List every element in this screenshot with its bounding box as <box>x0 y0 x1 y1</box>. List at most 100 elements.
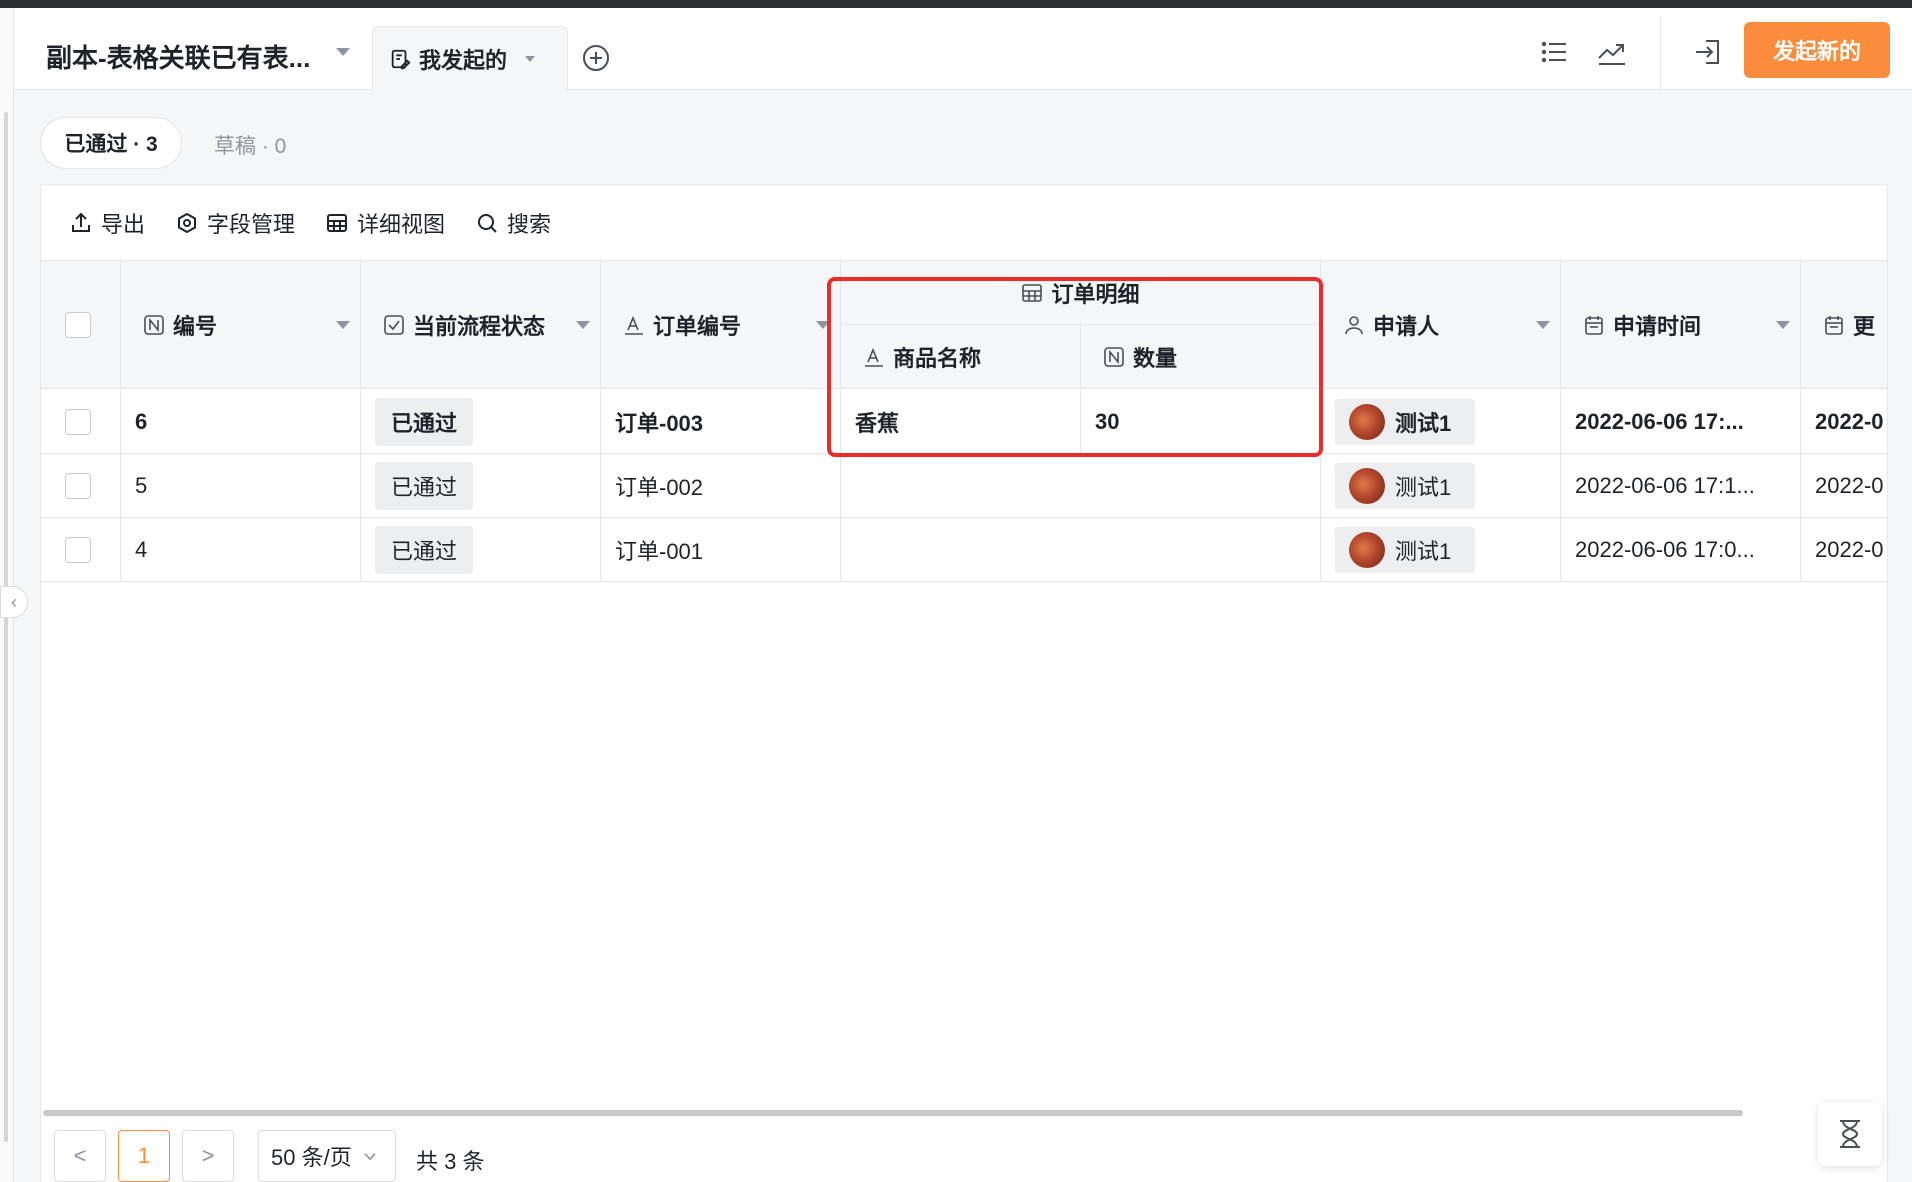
row-select-cell <box>41 518 121 582</box>
column-label: 编号 <box>173 314 218 339</box>
tab-my-initiated[interactable]: 我发起的 <box>372 26 568 90</box>
column-menu-icon[interactable] <box>336 321 350 329</box>
status-badge: 已通过 <box>375 526 474 574</box>
status-badge: 已通过 <box>375 398 474 446</box>
row-checkbox[interactable] <box>65 409 91 435</box>
detail-view-label: 详细视图 <box>357 211 446 237</box>
column-label: 申请时间 <box>1613 314 1702 339</box>
column-menu-icon[interactable] <box>1536 321 1550 329</box>
list-icon[interactable] <box>1538 36 1570 68</box>
cell-status: 已通过 <box>361 518 601 582</box>
checkbox-field-icon <box>384 315 404 335</box>
page-number: 1 <box>137 1143 151 1168</box>
column-header-order-no[interactable]: 订单编号 <box>601 261 841 389</box>
user-icon <box>1345 316 1363 335</box>
column-label: 当前流程状态 <box>413 314 546 339</box>
hourglass-button[interactable] <box>1818 1102 1882 1166</box>
cell-more: 2022-0 <box>1815 409 1884 434</box>
cell-apply-time: 2022-06-06 17:0... <box>1561 518 1801 582</box>
column-header-applicant[interactable]: 申请人 <box>1321 261 1561 389</box>
avatar <box>1349 532 1385 568</box>
cell-status: 已通过 <box>361 390 601 454</box>
field-manage-label: 字段管理 <box>207 211 296 237</box>
cell-more: 2022-0 <box>1815 473 1884 498</box>
collapse-sidebar-button[interactable]: ‹ <box>0 586 28 618</box>
settings-icon <box>178 212 197 233</box>
cell-apply-time: 2022-06-06 17:... <box>1561 390 1801 454</box>
number-field-icon <box>144 315 164 335</box>
text-field-icon <box>625 315 643 335</box>
search-label: 搜索 <box>507 211 552 237</box>
horizontal-scrollbar[interactable] <box>43 1110 1743 1116</box>
user-chip[interactable]: 测试1 <box>1335 463 1476 509</box>
user-chip[interactable]: 测试1 <box>1335 399 1476 445</box>
table-row[interactable]: 4 已通过 订单-001 测试1 2022-06-06 17:0... 2022… <box>41 518 1887 582</box>
select-all-checkbox[interactable] <box>65 312 91 338</box>
column-label: 申请人 <box>1373 314 1440 339</box>
column-header-flow-status[interactable]: 当前流程状态 <box>361 261 601 389</box>
column-menu-icon[interactable] <box>576 321 590 329</box>
title-dropdown-icon[interactable] <box>336 48 350 56</box>
export-label: 导出 <box>101 211 146 237</box>
page-size-select[interactable]: 50 条/页 <box>258 1130 396 1182</box>
chevron-left-icon: < <box>73 1143 87 1168</box>
calendar-icon <box>1585 316 1603 335</box>
table-row[interactable]: 5 已通过 订单-002 测试1 2022-06-06 17:1... 2022… <box>41 454 1887 518</box>
applicant-name: 测试1 <box>1395 411 1452 436</box>
cell-order-no: 订单-002 <box>601 454 841 518</box>
avatar <box>1349 404 1385 440</box>
form-edit-icon <box>391 49 411 69</box>
column-label: 更 <box>1853 314 1876 339</box>
row-select-cell <box>41 454 121 518</box>
user-chip[interactable]: 测试1 <box>1335 527 1476 573</box>
detail-view-button[interactable]: 详细视图 <box>325 207 445 239</box>
select-all-cell <box>41 261 121 389</box>
left-scrollbar[interactable] <box>4 112 8 1142</box>
login-enter-icon[interactable] <box>1692 36 1724 68</box>
page-size-value: 50 条/页 <box>271 1145 352 1170</box>
cell-number: 4 <box>121 518 361 582</box>
applicant-name: 测试1 <box>1395 539 1452 564</box>
column-header-number[interactable]: 编号 <box>121 261 361 389</box>
chevron-down-icon <box>364 1153 376 1161</box>
cell-order-detail-empty <box>841 454 1321 518</box>
row-checkbox[interactable] <box>65 537 91 563</box>
cell-applicant: 测试1 <box>1321 454 1561 518</box>
search-button[interactable]: 搜索 <box>475 207 551 239</box>
window-top-strip <box>0 0 1912 8</box>
row-select-cell <box>41 390 121 454</box>
start-new-button[interactable]: 发起新的 <box>1744 22 1890 78</box>
highlight-annotation-box <box>827 277 1323 457</box>
trend-chart-icon[interactable] <box>1596 36 1628 68</box>
column-header-apply-time[interactable]: 申请时间 <box>1561 261 1801 389</box>
status-tab-approved[interactable]: 已通过 · 3 <box>40 117 182 169</box>
column-menu-icon[interactable] <box>1776 321 1790 329</box>
status-tab-draft[interactable]: 草稿 · 0 <box>214 130 286 160</box>
column-header-more[interactable]: 更 <box>1801 261 1887 389</box>
add-view-icon[interactable] <box>582 44 610 72</box>
page-number-button[interactable]: 1 <box>118 1130 170 1182</box>
field-manage-button[interactable]: 字段管理 <box>175 207 295 239</box>
cell-order-no: 订单-001 <box>601 518 841 582</box>
cell-applicant: 测试1 <box>1321 518 1561 582</box>
next-page-button[interactable]: > <box>182 1130 234 1182</box>
chevron-left-icon: ‹ <box>11 591 17 612</box>
cell-order-no: 订单-003 <box>601 390 841 454</box>
chevron-right-icon: > <box>201 1143 215 1168</box>
avatar <box>1349 468 1385 504</box>
table-icon <box>327 213 348 232</box>
cell-more: 2022-0 <box>1815 537 1884 562</box>
status-badge: 已通过 <box>375 462 474 510</box>
prev-page-button[interactable]: < <box>54 1130 106 1182</box>
cell-number: 5 <box>121 454 361 518</box>
total-count: 共 3 条 <box>416 1149 485 1174</box>
row-checkbox[interactable] <box>65 473 91 499</box>
tab-label: 我发起的 <box>419 47 508 73</box>
column-label: 订单编号 <box>653 314 742 339</box>
app-header: 副本-表格关联已有表... 我发起的 发起新的 <box>14 8 1912 90</box>
app-title[interactable]: 副本-表格关联已有表... <box>46 38 310 75</box>
export-button[interactable]: 导出 <box>69 207 145 239</box>
header-divider <box>1660 16 1661 90</box>
cell-status: 已通过 <box>361 454 601 518</box>
tab-dropdown-icon[interactable] <box>525 55 536 62</box>
